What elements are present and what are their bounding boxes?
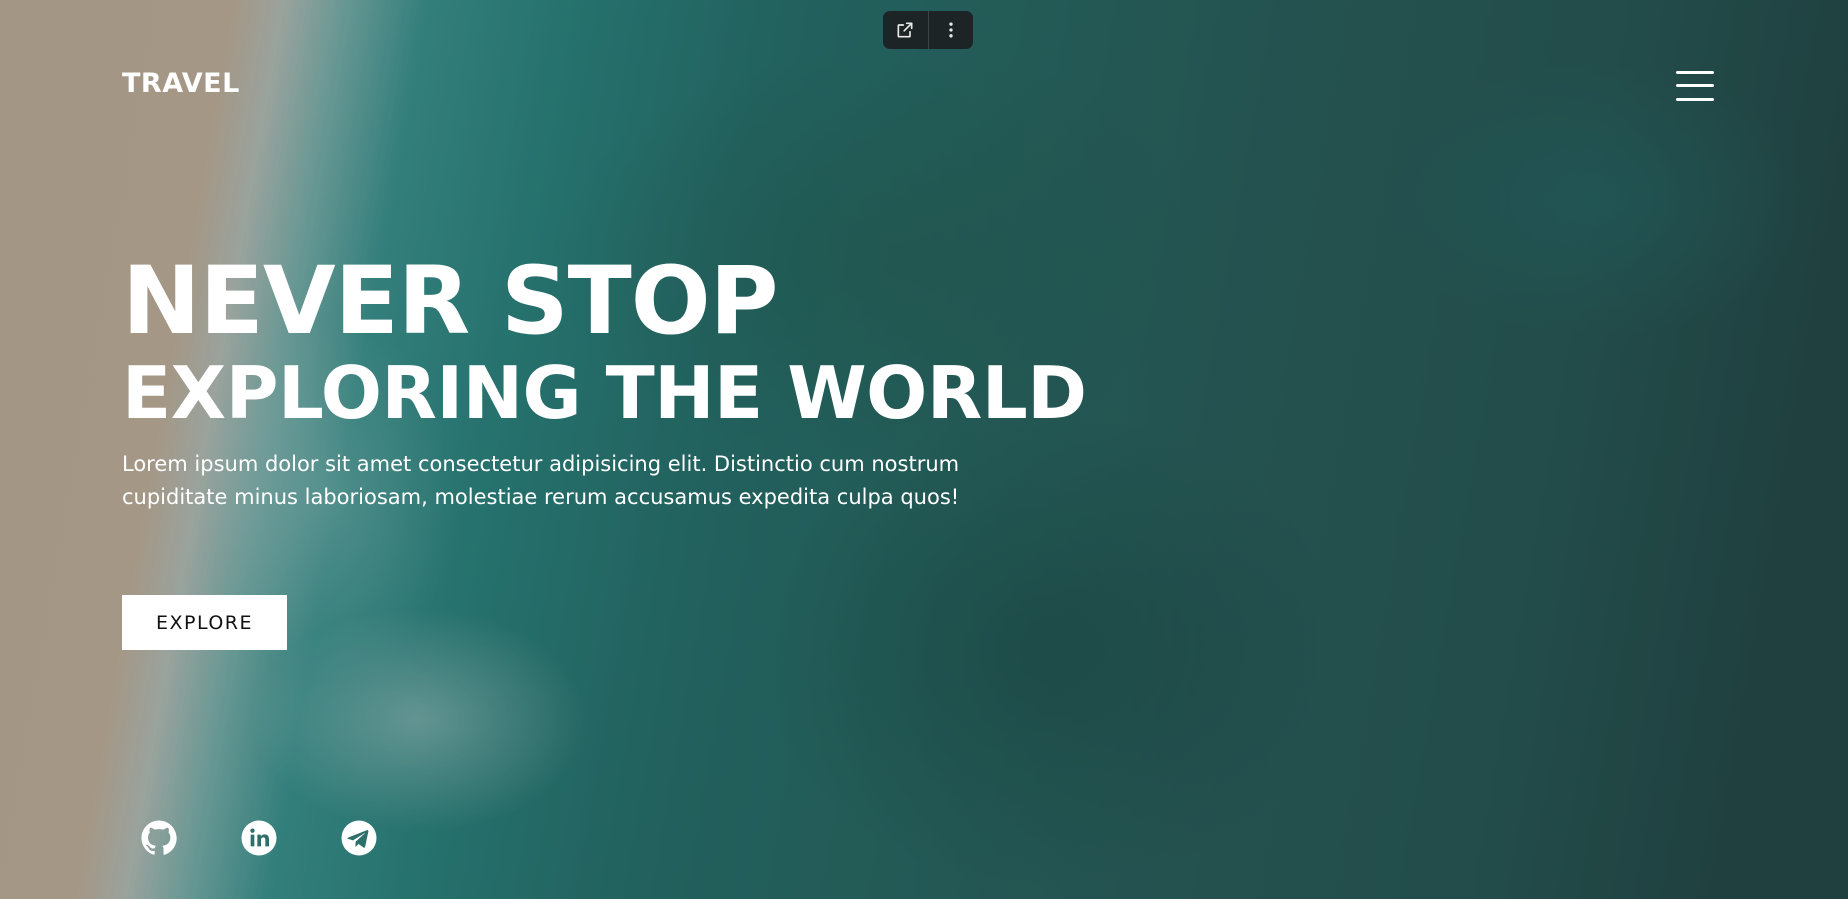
hero-description: Lorem ipsum dolor sit amet consectetur a… — [122, 452, 960, 509]
social-link-github[interactable] — [139, 818, 179, 858]
site-logo[interactable]: TRAVEL — [122, 68, 240, 99]
explore-button[interactable]: EXPLORE — [122, 595, 287, 650]
hamburger-menu-icon[interactable] — [1676, 70, 1714, 102]
more-vertical-icon — [949, 22, 953, 38]
hero-title-line-1: NEVER STOP — [122, 247, 779, 356]
embed-toolbar — [883, 11, 973, 49]
github-icon — [141, 820, 177, 855]
open-external-button[interactable] — [883, 11, 928, 49]
social-link-telegram[interactable] — [339, 818, 379, 858]
hero-title-line-2: EXPLORING THE WORLD — [122, 351, 1087, 435]
more-options-button[interactable] — [927, 11, 974, 49]
social-link-linkedin[interactable] — [239, 818, 279, 858]
external-link-icon — [897, 22, 913, 38]
telegram-icon — [341, 820, 377, 856]
hero-section: NEVER STOP EXPLORING THE WORLD Lorem ips… — [122, 247, 1087, 514]
linkedin-icon — [241, 820, 277, 856]
